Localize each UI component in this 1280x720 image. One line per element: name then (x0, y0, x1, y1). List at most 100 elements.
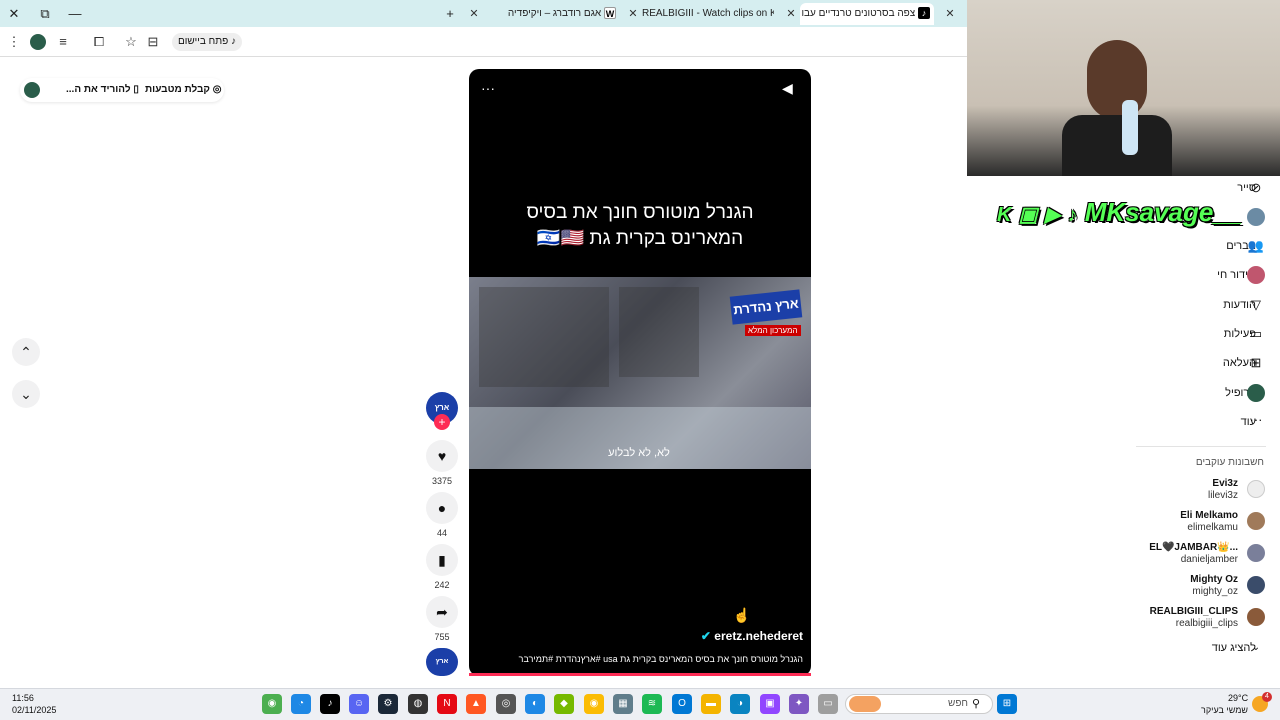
volume-icon[interactable]: ◀ (782, 80, 793, 97)
profile-avatar[interactable] (30, 34, 46, 50)
close-tab-icon[interactable]: ✕ (466, 6, 482, 22)
clock-time: 11:56 (12, 693, 34, 703)
following-header: חשבונות עוקבים (1195, 457, 1264, 468)
spotify-icon[interactable]: ≋ (642, 694, 662, 714)
follow-name[interactable]: REALBIGIII_CLIPS (1150, 606, 1238, 617)
tab-title: אגם רודברג – ויקיפדיה (507, 8, 602, 19)
coin-icon: ◎ (212, 84, 222, 95)
follow-name[interactable]: EL🖤JAMBAR👑... (1149, 542, 1238, 553)
next-video-button[interactable]: ⌄ (12, 380, 40, 408)
chrome-icon[interactable]: ◉ (262, 694, 282, 714)
author-name: eretz.nehederet (714, 629, 803, 643)
search-highlight-image (849, 696, 881, 712)
weather-temp: 29°C (1228, 693, 1249, 703)
tab-wikipedia[interactable]: W אגם רודברג – ויקיפדיה (486, 3, 616, 25)
comment-icon: ● (437, 500, 447, 516)
save-button[interactable]: ▮ (426, 544, 458, 576)
sidebar-following-avatar[interactable] (1247, 208, 1265, 226)
show-logo: ארץ נהדרת (729, 289, 803, 325)
profile-icon (1247, 384, 1265, 402)
file-explorer-icon[interactable]: ▬ (701, 694, 721, 714)
netflix-icon[interactable]: N (437, 694, 457, 714)
video-author[interactable]: ✔ eretz.nehederet (600, 629, 803, 643)
tiktok-icon[interactable]: ♪ (320, 694, 340, 714)
minimize-window-icon[interactable]: — (66, 5, 84, 23)
media-control-icon[interactable]: ≡ (54, 33, 72, 51)
more-options-icon[interactable]: ··· (481, 80, 495, 96)
tab-kick[interactable]: REALBIGIII - Watch clips on Kick K (642, 3, 774, 25)
bookmark-star-icon[interactable]: ☆ (122, 33, 140, 51)
follow-avatar[interactable] (1247, 544, 1265, 562)
close-window-icon[interactable]: ✕ (5, 5, 23, 23)
bookmark-icon: ▮ (438, 552, 446, 568)
send-icon: ▽ (1251, 297, 1261, 312)
steam-icon[interactable]: ⚙ (378, 694, 398, 714)
brave-icon[interactable]: ▲ (466, 694, 486, 714)
edge-beta-icon[interactable]: ◑ (730, 694, 750, 714)
edge-dev-icon[interactable]: ◐ (525, 694, 545, 714)
open-in-app-button[interactable]: ♪ פתח ביישום (172, 33, 243, 51)
user-avatar[interactable] (24, 82, 40, 98)
background-shelf (619, 287, 699, 377)
download-app-label: להוריד את ה... (66, 84, 131, 95)
recorder-icon[interactable]: ◎ (496, 694, 516, 714)
download-app-button[interactable]: ▯ להוריד את ה... (66, 84, 139, 95)
edge-icon[interactable]: ◔ (291, 694, 311, 714)
follow-name[interactable]: Evi3z (1212, 478, 1238, 489)
menu-dots-icon[interactable]: ⋮ (5, 33, 23, 51)
share-count: 755 (434, 632, 450, 642)
tiktok-icon: ♪ (1067, 204, 1078, 226)
store-icon[interactable]: ▦ (613, 694, 633, 714)
comment-button[interactable]: ● (426, 492, 458, 524)
close-tab-icon[interactable]: ✕ (625, 6, 641, 22)
nvidia-icon[interactable]: ◆ (554, 694, 574, 714)
follow-name[interactable]: Eli Melkamo (1180, 510, 1238, 521)
progress-bar[interactable] (469, 673, 811, 676)
tab-tiktok[interactable]: ♪ צפה בסרטונים טרנדיים עבו (800, 3, 934, 25)
notification-badge: 4 (1262, 692, 1272, 702)
tab-search-icon[interactable]: ✕ (942, 6, 958, 22)
windows-start-icon[interactable]: ⊞ (997, 694, 1017, 714)
follow-avatar[interactable] (1247, 608, 1265, 626)
clock-date: 02/11/2025 (12, 705, 57, 715)
twitch-icon[interactable]: ▣ (760, 694, 780, 714)
previous-video-button[interactable]: ⌃ (12, 338, 40, 366)
wikipedia-icon: W (604, 7, 616, 20)
compass-icon: ⊘ (1250, 180, 1262, 195)
share-button[interactable]: ➦ (426, 596, 458, 628)
music-disc[interactable]: ארץ נהדרת (426, 648, 458, 693)
restore-window-icon[interactable]: ⧉ (36, 5, 54, 23)
webcam-overlay (967, 0, 1280, 176)
heart-icon: ♥ (437, 448, 447, 464)
task-view-icon[interactable]: ▭ (818, 694, 838, 714)
streamer-body (1062, 115, 1172, 176)
new-tab-icon[interactable]: + (441, 5, 459, 23)
show-logo-subtitle: המערכון המלא (745, 325, 801, 336)
follow-avatar[interactable] (1247, 576, 1265, 594)
tiktok-icon: ♪ (231, 36, 237, 47)
video-caption: הגנרל מוטורס חונך את בסיס המארינס בקרית … (518, 654, 803, 664)
chrome-canary-icon[interactable]: ◉ (584, 694, 604, 714)
follow-avatar[interactable] (1247, 512, 1265, 530)
live-icon (1247, 266, 1265, 284)
stream-channel-banner: K ▣ ▶ ♪ MKsavage__ (997, 197, 1252, 227)
close-tab-icon[interactable]: ✕ (783, 6, 799, 22)
site-info-icon[interactable]: ⊟ (144, 33, 162, 51)
activity-icon: ▭ (1249, 326, 1263, 341)
friends-icon: 👥 (1247, 238, 1265, 253)
kick-icon: K (997, 204, 1012, 226)
copilot-icon[interactable]: ✦ (789, 694, 809, 714)
video-title-line1: הגנרל מוטורס חונך את בסיס (526, 202, 754, 223)
follow-name[interactable]: Mighty Oz (1190, 574, 1238, 585)
obs-icon[interactable]: ◍ (408, 694, 428, 714)
chevron-down-icon: ⌄ (1251, 642, 1261, 653)
like-button[interactable]: ♥ (426, 440, 458, 472)
outlook-icon[interactable]: O (672, 694, 692, 714)
follow-plus-icon[interactable]: + (434, 414, 450, 430)
discord-icon[interactable]: ☺ (349, 694, 369, 714)
follow-handle: realbigiii_clips (1175, 618, 1238, 629)
extensions-icon[interactable]: ⧠ (90, 33, 108, 51)
follow-avatar[interactable] (1247, 480, 1265, 498)
get-coins-button[interactable]: ◎ קבלת מטבעות (145, 84, 221, 95)
cursor-icon: ☝ (733, 607, 751, 623)
